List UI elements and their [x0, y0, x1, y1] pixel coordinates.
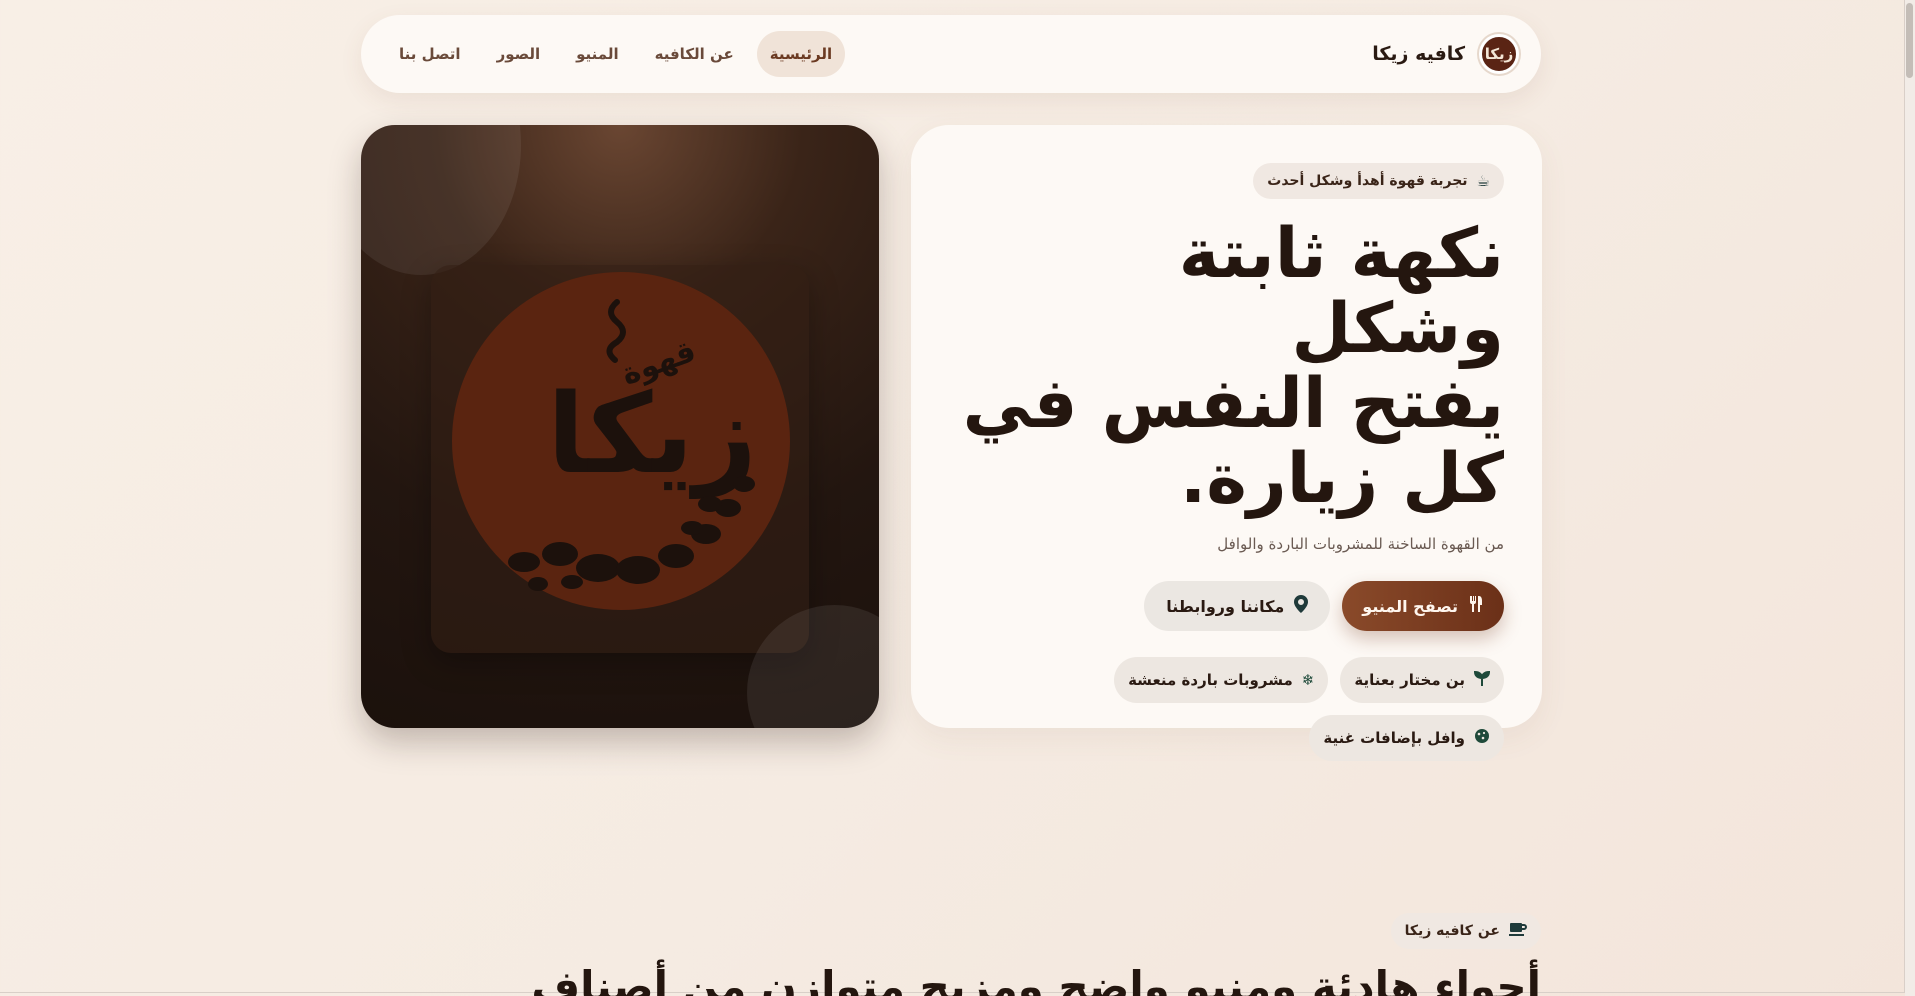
mug-icon: [1509, 922, 1527, 940]
nav-link-contact[interactable]: اتصل بنا: [386, 31, 474, 77]
cafe-logo-art: زيكا قهوة: [508, 299, 757, 591]
feature-tag: بن مختار بعناية: [1340, 657, 1504, 703]
decorative-circle: [361, 125, 521, 275]
hero-actions: تصفح المنيو مكاننا وروابطنا: [949, 581, 1504, 631]
hero-title-line: نكهة ثابتة وشكل: [1178, 214, 1504, 369]
hero-title: نكهة ثابتة وشكل يفتح النفس في كل زيارة.: [949, 217, 1504, 517]
sprout-icon: [1473, 670, 1491, 690]
feature-label: بن مختار بعناية: [1354, 671, 1465, 689]
location-links-label: مكاننا وروابطنا: [1166, 596, 1285, 616]
about-heading: أجواء هادئة ومنيو واضح ومزيج متوازن من أ…: [531, 962, 1541, 996]
feature-tags: بن مختار بعناية ❄ مشروبات باردة منعشة وا…: [1104, 657, 1504, 761]
nav-link-gallery[interactable]: الصور: [484, 31, 554, 77]
brand-name[interactable]: كافيه زيكا: [1372, 43, 1465, 65]
scrollbar[interactable]: [1905, 0, 1915, 996]
browse-menu-label: تصفح المنيو: [1362, 596, 1458, 616]
hero-subtitle: من القهوة الساخنة للمشروبات الباردة والو…: [1217, 535, 1504, 553]
scrollbar-thumb[interactable]: [1906, 3, 1913, 78]
about-badge-label: عن كافيه زيكا: [1404, 923, 1500, 939]
hero-image: زيكا قهوة: [361, 125, 879, 728]
brand-logo[interactable]: زيكا: [1479, 34, 1519, 74]
feature-tag: وافل بإضافات غنية: [1309, 715, 1504, 761]
coffee-cup-icon: ☕: [1476, 172, 1490, 190]
fork-knife-icon: [1468, 595, 1484, 617]
hero-title-line: يفتح النفس في: [962, 364, 1504, 444]
feature-tag: ❄ مشروبات باردة منعشة: [1114, 657, 1329, 703]
nav-link-home[interactable]: الرئيسية: [756, 31, 846, 77]
location-links-button[interactable]: مكاننا وروابطنا: [1144, 581, 1331, 631]
feature-label: وافل بإضافات غنية: [1323, 729, 1465, 747]
logo-main-word: زيكا: [547, 370, 757, 499]
hero-badge-label: تجربة قهوة أهدأ وشكل أحدث: [1267, 173, 1468, 189]
nav-link-menu[interactable]: المنيو: [563, 31, 631, 77]
browse-menu-button[interactable]: تصفح المنيو: [1342, 581, 1504, 631]
about-badge: عن كافيه زيكا: [1390, 913, 1541, 949]
nav-links: الرئيسية عن الكافيه المنيو الصور اتصل بن…: [386, 31, 846, 77]
brand[interactable]: زيكا كافيه زيكا: [1372, 34, 1519, 74]
hero-title-line: كل زيارة.: [1180, 439, 1504, 519]
snowflake-icon: ❄: [1301, 671, 1315, 689]
hero-card: ☕ تجربة قهوة أهدأ وشكل أحدث نكهة ثابتة و…: [911, 125, 1542, 761]
top-navbar: زيكا كافيه زيكا الرئيسية عن الكافيه المن…: [361, 15, 1541, 93]
nav-link-about[interactable]: عن الكافيه: [642, 31, 747, 77]
map-pin-icon: [1294, 595, 1309, 617]
hero-badge: ☕ تجربة قهوة أهدأ وشكل أحدث: [1253, 163, 1504, 199]
cookie-icon: [1474, 728, 1490, 748]
feature-label: مشروبات باردة منعشة: [1128, 671, 1293, 689]
